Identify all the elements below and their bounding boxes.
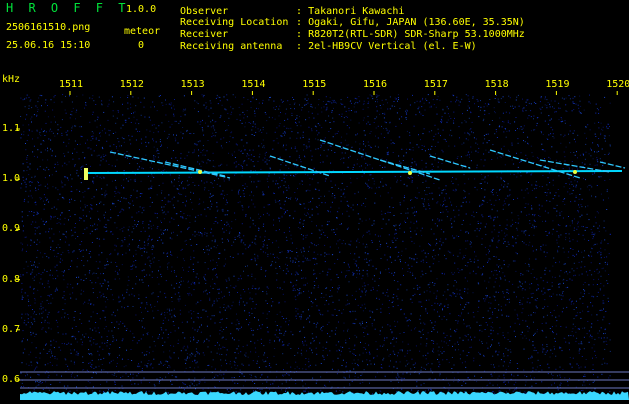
info-value: R820T2(RTL-SDR) SDR-Sharp 53.1000MHz xyxy=(308,29,525,40)
y-tick-label: 0.7 xyxy=(2,324,20,335)
x-tick-label: 1513 xyxy=(181,79,205,90)
hrofft-window: H R O F F T 1.0.0 2506161510.png meteor … xyxy=(0,0,629,400)
info-row-receiver: Receiver: R820T2(RTL-SDR) SDR-Sharp 53.1… xyxy=(180,29,525,40)
x-tick-label: 1520 xyxy=(606,79,629,90)
y-tick-label: 1.1 xyxy=(2,123,20,134)
x-tick-label: 1517 xyxy=(424,79,448,90)
hot-spot xyxy=(408,171,412,175)
x-tick-label: 1518 xyxy=(485,79,509,90)
hot-spot xyxy=(573,170,577,174)
y-tick-label: 0.8 xyxy=(2,274,20,285)
info-row-antenna: Receiving antenna: 2el-HB9CV Vertical (e… xyxy=(180,41,477,52)
info-key: Receiving antenna xyxy=(180,41,296,52)
info-value: 2el-HB9CV Vertical (el. E-W) xyxy=(308,41,477,52)
x-tick-label: 1519 xyxy=(545,79,569,90)
meteor-count: 0 xyxy=(138,40,144,51)
spectrogram-canvas xyxy=(0,76,629,400)
x-tick-label: 1516 xyxy=(363,79,387,90)
file-name: 2506161510.png xyxy=(6,22,90,33)
info-sep: : xyxy=(296,41,302,52)
app-version: 1.0.0 xyxy=(126,4,156,15)
app-title: H R O F F T xyxy=(6,3,129,14)
y-tick-label: 0.9 xyxy=(2,223,20,234)
x-tick-label: 1514 xyxy=(241,79,265,90)
y-tick-label: 1.0 xyxy=(2,173,20,184)
info-key: Receiving Location xyxy=(180,17,296,28)
x-tick-label: 1515 xyxy=(302,79,326,90)
info-key: Receiver xyxy=(180,29,296,40)
timestamp: 25.06.16 15:10 xyxy=(6,40,90,51)
x-tick-label: 1511 xyxy=(59,79,83,90)
spectrogram-background xyxy=(0,76,629,400)
hot-spot xyxy=(198,170,202,174)
y-tick-label: 0.6 xyxy=(2,374,20,385)
unit-label: kHz xyxy=(2,74,20,85)
info-key: Observer xyxy=(180,6,296,17)
info-value: Ogaki, Gifu, JAPAN (136.60E, 35.35N) xyxy=(308,17,525,28)
spectrogram: kHz 1511 1512 1513 1514 1515 1516 1517 1518 1519… xyxy=(0,76,629,400)
meteor-label: meteor xyxy=(124,26,160,37)
signal-burst xyxy=(84,168,88,180)
info-sep: : xyxy=(296,29,302,40)
info-row-observer: Observer: Takanori Kawachi xyxy=(180,6,404,17)
info-sep: : xyxy=(296,17,302,28)
info-row-location: Receiving Location: Ogaki, Gifu, JAPAN (… xyxy=(180,17,525,28)
info-value: Takanori Kawachi xyxy=(308,6,404,17)
info-sep: : xyxy=(296,6,302,17)
x-tick-label: 1512 xyxy=(120,79,144,90)
